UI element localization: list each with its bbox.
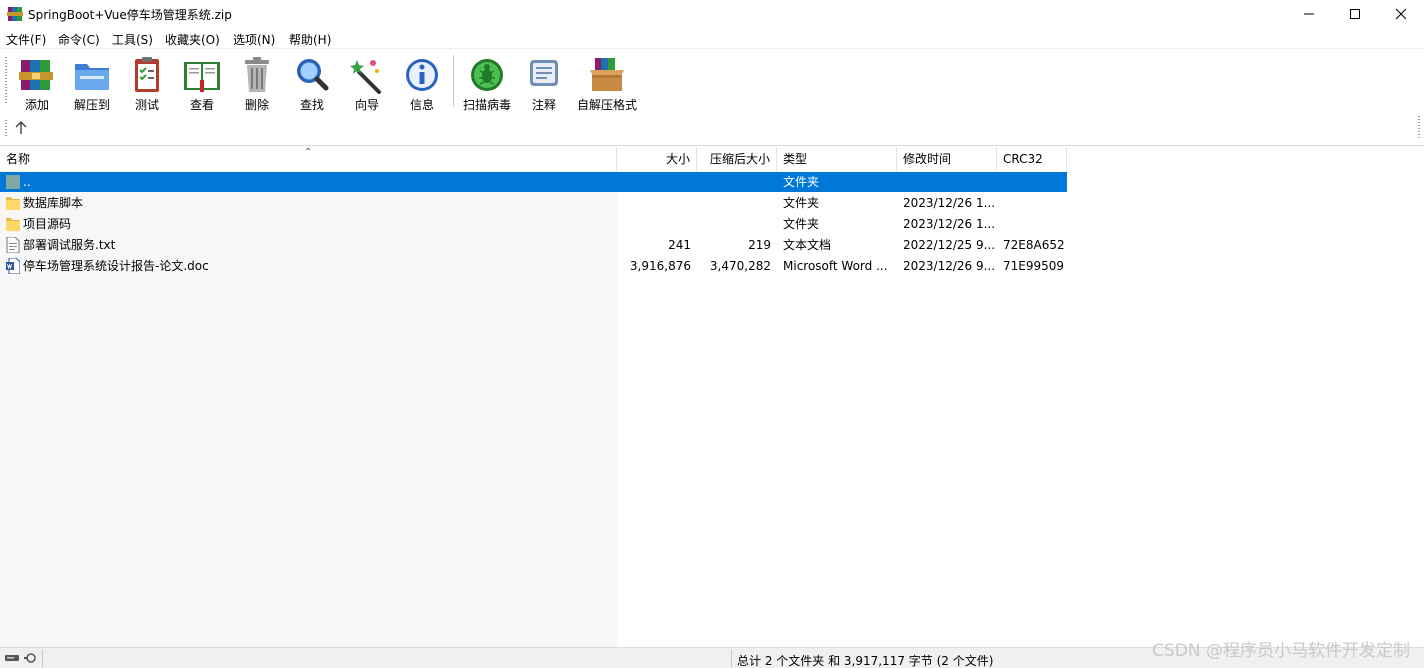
path-bar-right-grip[interactable]	[1418, 116, 1420, 140]
status-summary: 总计 2 个文件夹 和 3,917,117 字节 (2 个文件)	[737, 654, 994, 668]
menu-options[interactable]: 选项(N)	[233, 31, 275, 48]
comment-icon	[530, 60, 558, 86]
extract-to-button[interactable]: 解压到	[63, 54, 121, 112]
parent-folder-icon	[6, 175, 20, 189]
word-doc-icon	[6, 258, 20, 274]
list-item[interactable]: 数据库脚本 文件夹 2023/12/26 1...	[0, 193, 1067, 213]
sort-ascending-icon: ⌃	[304, 147, 313, 158]
magnifier-icon	[297, 59, 329, 91]
column-packed-size[interactable]: 压缩后大小	[697, 147, 777, 171]
find-button[interactable]: 查找	[283, 54, 341, 112]
column-modified[interactable]: 修改时间	[897, 147, 997, 171]
title-bar: SpringBoot+Vue停车场管理系统.zip	[0, 0, 1424, 28]
column-crc32[interactable]: CRC32	[997, 147, 1067, 171]
menu-favorites[interactable]: 收藏夹(O)	[165, 31, 220, 48]
comment-button[interactable]: 注释	[515, 54, 573, 112]
column-type[interactable]: 类型	[777, 147, 897, 171]
info-icon	[406, 59, 438, 91]
trash-icon	[245, 57, 269, 92]
drive-key-icon	[5, 653, 36, 663]
close-icon	[1395, 8, 1407, 20]
column-name[interactable]: 名称 ⌃	[0, 147, 617, 171]
info-button[interactable]: 信息	[393, 54, 451, 112]
watermark: CSDN @程序员小马软件开发定制	[1152, 641, 1410, 661]
window-title: SpringBoot+Vue停车场管理系统.zip	[28, 8, 232, 22]
view-book-icon	[184, 62, 220, 92]
sfx-button[interactable]: 自解压格式	[572, 54, 642, 112]
wizard-wand-icon	[350, 60, 381, 94]
status-divider	[731, 650, 732, 667]
test-button[interactable]: 测试	[118, 54, 176, 112]
menu-commands[interactable]: 命令(C)	[58, 31, 100, 48]
status-divider	[42, 650, 43, 667]
path-bar	[0, 116, 1424, 142]
maximize-icon	[1350, 9, 1360, 19]
folder-icon	[6, 218, 20, 231]
toolbar-separator	[453, 55, 454, 107]
add-archive-icon	[19, 60, 53, 90]
view-button[interactable]: 查看	[173, 54, 231, 112]
add-button[interactable]: 添加	[8, 54, 66, 112]
toolbar-grip[interactable]	[5, 57, 7, 103]
folder-icon	[6, 197, 20, 210]
list-item[interactable]: 停车场管理系统设计报告-论文.doc 3,916,876 3,470,282 M…	[0, 256, 1067, 276]
toolbar: 添加 解压到 测试 查看 删除 查找 向导 信息 扫描病毒 注释 自解压格式	[0, 48, 1424, 116]
list-item[interactable]: .. 文件夹	[0, 172, 1067, 192]
virus-scan-button[interactable]: 扫描病毒	[458, 54, 516, 112]
winrar-books-icon	[7, 7, 23, 21]
text-file-icon	[6, 237, 20, 253]
extract-folder-icon	[75, 64, 109, 90]
sfx-box-icon	[590, 58, 624, 91]
menu-file[interactable]: 文件(F)	[6, 31, 46, 48]
minimize-icon	[1304, 13, 1314, 15]
column-size[interactable]: 大小	[617, 147, 697, 171]
list-item[interactable]: 部署调试服务.txt 241 219 文本文档 2022/12/25 9... …	[0, 235, 1067, 255]
menu-tools[interactable]: 工具(S)	[112, 31, 153, 48]
close-button[interactable]	[1378, 0, 1424, 28]
column-header: 名称 ⌃ 大小 压缩后大小 类型 修改时间 CRC32	[0, 147, 1067, 171]
maximize-button[interactable]	[1332, 0, 1378, 28]
file-list[interactable]: 名称 ⌃ 大小 压缩后大小 类型 修改时间 CRC32 .. 文件夹 数据库脚本…	[0, 145, 1424, 648]
delete-button[interactable]: 删除	[228, 54, 286, 112]
list-item[interactable]: 项目源码 文件夹 2023/12/26 1...	[0, 214, 1067, 234]
up-arrow-icon[interactable]	[14, 120, 28, 136]
wizard-button[interactable]: 向导	[338, 54, 396, 112]
minimize-button[interactable]	[1286, 0, 1332, 28]
menu-bar: 文件(F) 命令(C) 工具(S) 收藏夹(O) 选项(N) 帮助(H)	[0, 28, 1424, 48]
test-clipboard-icon	[135, 57, 159, 92]
menu-help[interactable]: 帮助(H)	[289, 31, 331, 48]
path-bar-grip[interactable]	[5, 120, 7, 138]
virus-scan-icon	[471, 59, 503, 91]
